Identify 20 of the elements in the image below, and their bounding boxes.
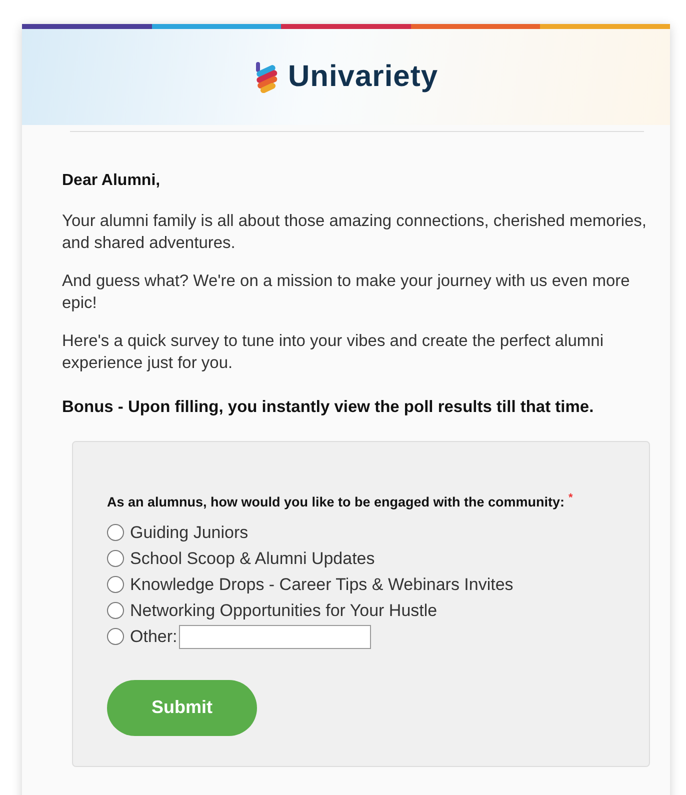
- option-label[interactable]: Networking Opportunities for Your Hustle: [130, 600, 438, 620]
- option-label[interactable]: Other:: [130, 626, 178, 646]
- survey-question: As an alumnus, how would you like to be engaged with the community:: [107, 494, 565, 510]
- paragraph: And guess what? We're on a mission to make your journey with us even more epic!: [62, 271, 631, 314]
- radio-button[interactable]: [107, 628, 124, 645]
- radio-button[interactable]: [107, 524, 124, 541]
- required-mark: *: [568, 492, 573, 504]
- logo-text: Univariety: [288, 60, 438, 94]
- option-label[interactable]: Guiding Juniors: [130, 522, 248, 542]
- paragraph: Your alumni family is all about those amazing connections, cherished memories, and shared adventures.: [62, 211, 648, 254]
- bonus-note: Bonus - Upon filling, you instantly view the poll results till that time.: [62, 398, 595, 417]
- option-label[interactable]: School Scoop & Alumni Updates: [130, 548, 375, 568]
- radio-button[interactable]: [107, 550, 124, 567]
- radio-button[interactable]: [107, 602, 124, 619]
- paragraph: Here's a quick survey to tune into your vibes and create the perfect alumni experience just for you.: [62, 331, 605, 374]
- radio-button[interactable]: [107, 576, 124, 593]
- option-label[interactable]: Knowledge Drops - Career Tips & Webinars Invites: [130, 574, 514, 594]
- greeting: Dear Alumni,: [62, 172, 162, 190]
- other-input-field[interactable]: [179, 624, 372, 648]
- logo-icon: [254, 61, 280, 93]
